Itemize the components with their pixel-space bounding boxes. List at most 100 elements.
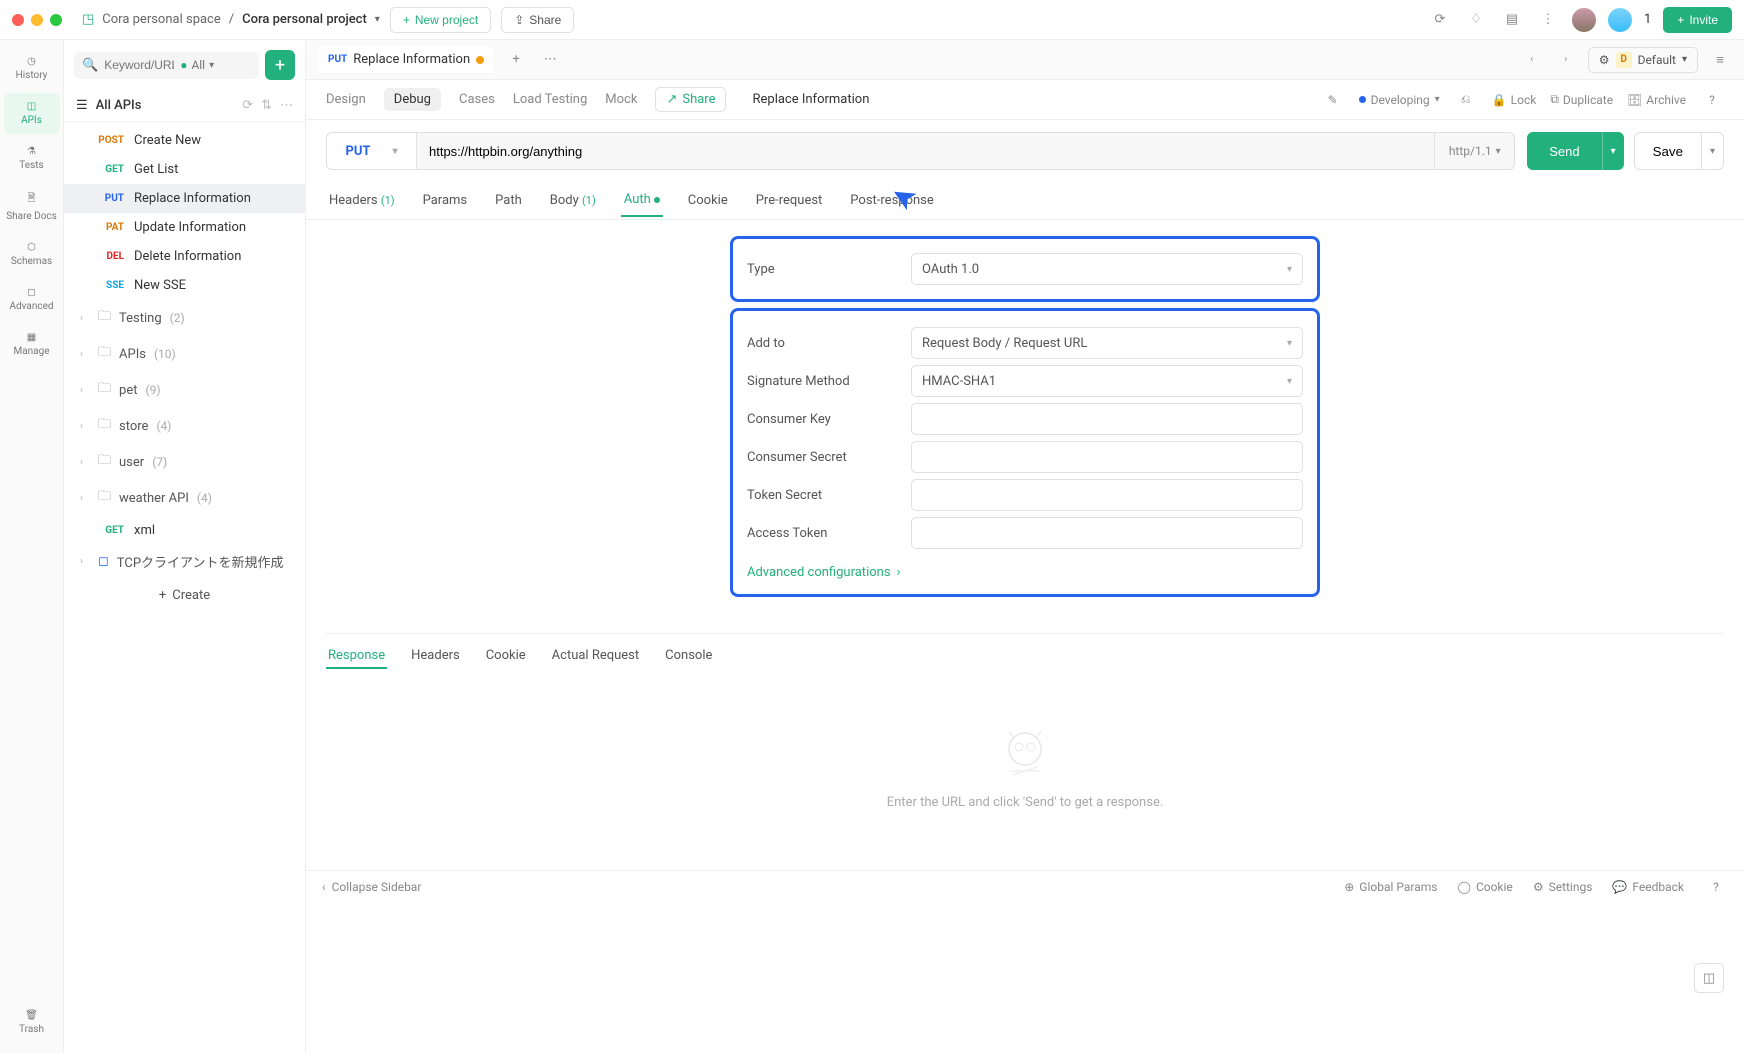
rail-share-docs[interactable]: 🗎Share Docs [4, 183, 60, 230]
response-tab-headers[interactable]: Headers [409, 644, 462, 669]
folder-item[interactable]: ›🗀pet (9) [64, 372, 305, 408]
send-dropdown[interactable]: ▾ [1602, 132, 1624, 170]
api-item[interactable]: DELDelete Information [64, 242, 305, 271]
tab-headers[interactable]: Headers (1) [326, 185, 398, 216]
rail-advanced[interactable]: ◻Advanced [4, 279, 60, 320]
url-input[interactable] [416, 132, 1435, 170]
consumer-secret-input[interactable] [911, 441, 1303, 473]
sync-icon[interactable]: ⟳ [1428, 8, 1452, 32]
response-tab-response[interactable]: Response [326, 644, 387, 669]
calendar-icon[interactable]: ▤ [1500, 8, 1524, 32]
folder-item[interactable]: ›🗀weather API (4) [64, 480, 305, 516]
auth-type-select[interactable]: OAuth 1.0 ▾ [911, 253, 1303, 285]
search-input[interactable]: 🔍 ● All ▾ [74, 52, 259, 79]
api-item[interactable]: PUTReplace Information [64, 184, 305, 213]
share-button[interactable]: ⇪ Share [501, 7, 574, 33]
token-secret-input[interactable] [911, 479, 1303, 511]
duplicate-button[interactable]: ⧉Duplicate [1550, 92, 1613, 107]
subnav-design[interactable]: Design [326, 92, 366, 107]
avatar[interactable] [1572, 8, 1596, 32]
advanced-configurations-link[interactable]: Advanced configurations › [747, 565, 900, 580]
tab-body[interactable]: Body (1) [547, 185, 599, 216]
filter-select[interactable]: ● All ▾ [180, 58, 214, 72]
breadcrumb-space[interactable]: Cora personal space [102, 12, 220, 27]
tcp-client-item[interactable]: ›◻TCPクライアントを新規作成 [64, 545, 305, 578]
tab-path[interactable]: Path [492, 185, 525, 216]
more-icon[interactable]: ⋯ [280, 98, 293, 113]
new-project-button[interactable]: + New project [390, 7, 491, 33]
subnav-debug[interactable]: Debug [384, 88, 441, 111]
subnav-load-testing[interactable]: Load Testing [513, 92, 587, 107]
tab-pre-request[interactable]: Pre-request [753, 185, 826, 216]
lock-button[interactable]: 🔒Lock [1492, 93, 1537, 107]
tab-cookie[interactable]: Cookie [685, 185, 731, 216]
add-tab-button[interactable]: + [504, 48, 528, 72]
archive-button[interactable]: 🗄Archive [1627, 93, 1686, 107]
rail-tests[interactable]: ⚗Tests [4, 138, 60, 179]
protocol-select[interactable]: http/1.1 ▾ [1435, 132, 1515, 170]
menu-icon[interactable]: ⋮ [1536, 8, 1560, 32]
response-tab-console[interactable]: Console [663, 644, 714, 669]
refresh-icon[interactable]: ⟳ [242, 98, 253, 113]
tab-prev-button[interactable]: ‹ [1520, 48, 1544, 72]
environment-select[interactable]: ⚙ D Default ▾ [1588, 47, 1698, 73]
tab-auth[interactable]: Auth [621, 184, 663, 217]
tab-more-button[interactable]: ⋯ [538, 48, 562, 72]
subnav-mock[interactable]: Mock [605, 92, 637, 107]
access-token-input[interactable] [911, 517, 1303, 549]
rail-manage[interactable]: ▦Manage [4, 324, 60, 365]
cookie-button[interactable]: ◯Cookie [1458, 875, 1513, 899]
layout-toggle-button[interactable]: ◫ [1694, 963, 1724, 993]
rail-history[interactable]: ◷History [4, 48, 60, 89]
help-icon[interactable]: ? [1704, 875, 1728, 899]
folder-item[interactable]: ›🗀user (7) [64, 444, 305, 480]
add-button[interactable]: + [265, 50, 295, 80]
request-tab[interactable]: PUT Replace Information [318, 46, 494, 73]
minimize-icon[interactable] [31, 14, 43, 26]
branch-icon[interactable]: ⎌ [1454, 88, 1478, 112]
status-select[interactable]: Developing ▾ [1359, 93, 1440, 107]
api-item[interactable]: GETGet List [64, 155, 305, 184]
window-controls[interactable] [12, 14, 62, 26]
close-icon[interactable] [12, 14, 24, 26]
save-dropdown[interactable]: ▾ [1702, 132, 1724, 170]
chevron-down-icon[interactable]: ▾ [375, 14, 380, 25]
settings-button[interactable]: ⚙Settings [1533, 875, 1593, 899]
send-button[interactable]: Send [1527, 132, 1601, 170]
api-item[interactable]: SSENew SSE [64, 271, 305, 300]
bell-icon[interactable]: ♢ [1464, 8, 1488, 32]
layout-icon[interactable]: ≡ [1708, 48, 1732, 72]
rail-trash[interactable]: 🗑Trash [4, 1002, 60, 1043]
tab-post-response[interactable]: Post-response [847, 185, 936, 216]
method-select[interactable]: PUT ▾ [326, 132, 416, 170]
help-icon[interactable]: ? [1700, 88, 1724, 112]
invite-button[interactable]: + Invite [1663, 7, 1732, 33]
rail-apis[interactable]: ◫APIs [4, 93, 60, 134]
maximize-icon[interactable] [50, 14, 62, 26]
collapse-sidebar-button[interactable]: ‹ Collapse Sidebar [322, 880, 421, 894]
response-tab-actual-request[interactable]: Actual Request [550, 644, 641, 669]
save-button[interactable]: Save [1634, 132, 1702, 170]
subnav-cases[interactable]: Cases [459, 92, 495, 107]
create-button[interactable]: +Create [64, 578, 305, 613]
api-item[interactable]: PATUpdate Information [64, 213, 305, 242]
folder-item[interactable]: ›🗀store (4) [64, 408, 305, 444]
response-tab-cookie[interactable]: Cookie [484, 644, 528, 669]
folder-item[interactable]: ›🗀Testing (2) [64, 300, 305, 336]
tab-next-button[interactable]: › [1554, 48, 1578, 72]
subnav-share[interactable]: ↗ Share [655, 87, 726, 112]
api-item[interactable]: POSTCreate New [64, 126, 305, 155]
global-params-button[interactable]: ⊕Global Params [1344, 875, 1437, 899]
all-apis-header[interactable]: ☰ All APIs ⟳ ⇅ ⋯ [64, 90, 305, 122]
rail-schemas[interactable]: ⬡Schemas [4, 234, 60, 275]
consumer-key-input[interactable] [911, 403, 1303, 435]
api-item[interactable]: GETxml [64, 516, 305, 545]
edit-icon[interactable]: ✎ [1321, 88, 1345, 112]
feedback-button[interactable]: 💬Feedback [1612, 875, 1684, 899]
add-to-select[interactable]: Request Body / Request URL ▾ [911, 327, 1303, 359]
folder-item[interactable]: ›🗀APIs (10) [64, 336, 305, 372]
tab-params[interactable]: Params [420, 185, 471, 216]
avatar[interactable] [1608, 8, 1632, 32]
sort-icon[interactable]: ⇅ [261, 98, 272, 113]
signature-method-select[interactable]: HMAC-SHA1 ▾ [911, 365, 1303, 397]
